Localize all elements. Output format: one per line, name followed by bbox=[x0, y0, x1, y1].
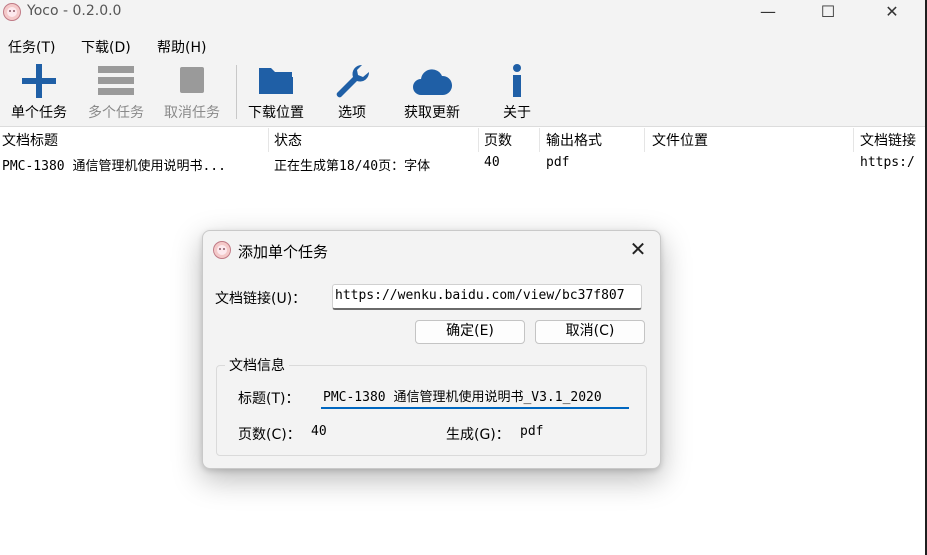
single-task-label: 单个任务 bbox=[11, 105, 67, 121]
window-title: Yoco - 0.2.0.0 bbox=[27, 3, 122, 19]
task-table-header: 文档标题 状态 页数 输出格式 文件位置 文档链接 bbox=[0, 128, 925, 152]
dialog-close-button[interactable]: ✕ bbox=[621, 237, 655, 263]
add-single-task-dialog: 添加单个任务 ✕ 文档链接(U)： https://wenku.baidu.co… bbox=[202, 230, 661, 469]
list-icon bbox=[98, 66, 134, 95]
column-title[interactable]: 文档标题 bbox=[2, 130, 58, 150]
multiple-tasks-label: 多个任务 bbox=[88, 105, 144, 121]
main-window: Yoco - 0.2.0.0 — ☐ ✕ 任务(T) 下载(D) 帮助(H) 单… bbox=[0, 0, 927, 555]
title-input[interactable]: PMC-1380 通信管理机使用说明书_V3.1_2020 bbox=[321, 383, 629, 409]
cell-format: pdf bbox=[546, 155, 570, 170]
ok-button[interactable]: 确定(E) bbox=[415, 320, 525, 344]
column-pages[interactable]: 页数 bbox=[484, 130, 512, 150]
title-bar: Yoco - 0.2.0.0 — ☐ ✕ bbox=[0, 0, 925, 30]
cell-title: PMC-1380 通信管理机使用说明书... bbox=[2, 159, 226, 174]
pages-value: 40 bbox=[311, 424, 327, 439]
url-label: 文档链接(U)： bbox=[215, 291, 307, 307]
format-label: 生成(G)： bbox=[446, 427, 510, 443]
dialog-title: 添加单个任务 bbox=[238, 243, 329, 261]
single-task-button[interactable]: 单个任务 bbox=[4, 59, 74, 125]
pages-label: 页数(C)： bbox=[238, 427, 301, 443]
plus-icon bbox=[22, 64, 56, 98]
check-update-button[interactable]: 获取更新 bbox=[396, 59, 468, 125]
cancel-button[interactable]: 取消(C) bbox=[535, 320, 645, 344]
column-link[interactable]: 文档链接 bbox=[860, 130, 916, 150]
stop-icon bbox=[180, 67, 204, 93]
app-logo-icon bbox=[213, 241, 231, 259]
menu-download[interactable]: 下载(D) bbox=[81, 37, 131, 57]
menu-help[interactable]: 帮助(H) bbox=[157, 37, 206, 57]
column-divider[interactable] bbox=[268, 128, 269, 152]
options-button[interactable]: 选项 bbox=[326, 59, 378, 125]
menu-bar: 任务(T) 下载(D) 帮助(H) bbox=[0, 30, 925, 59]
minimize-button[interactable]: — bbox=[738, 0, 798, 30]
table-row[interactable]: PMC-1380 通信管理机使用说明书... 正在生成第18/40页：字体 40… bbox=[0, 153, 925, 175]
about-label: 关于 bbox=[503, 105, 531, 121]
about-button[interactable]: 关于 bbox=[494, 59, 540, 125]
folder-icon bbox=[259, 68, 293, 94]
column-format[interactable]: 输出格式 bbox=[546, 130, 602, 150]
cell-pages: 40 bbox=[484, 155, 500, 170]
app-logo-icon bbox=[3, 3, 21, 21]
cancel-task-button[interactable]: 取消任务 bbox=[157, 59, 227, 125]
info-icon bbox=[513, 64, 521, 97]
download-location-button[interactable]: 下载位置 bbox=[241, 59, 311, 125]
download-location-label: 下载位置 bbox=[248, 105, 304, 121]
cell-link: https:/ bbox=[860, 155, 915, 170]
document-info-legend: 文档信息 bbox=[225, 355, 289, 375]
options-label: 选项 bbox=[338, 105, 366, 121]
column-location[interactable]: 文件位置 bbox=[652, 130, 708, 150]
cell-status: 正在生成第18/40页：字体 bbox=[274, 159, 431, 174]
multiple-tasks-button[interactable]: 多个任务 bbox=[82, 59, 150, 125]
column-divider[interactable] bbox=[478, 128, 479, 152]
cloud-icon bbox=[413, 69, 452, 95]
menu-task[interactable]: 任务(T) bbox=[8, 37, 55, 57]
column-status[interactable]: 状态 bbox=[274, 130, 302, 150]
title-label: 标题(T)： bbox=[238, 391, 300, 407]
close-icon: ✕ bbox=[629, 237, 647, 261]
url-input[interactable]: https://wenku.baidu.com/view/bc37f807 bbox=[332, 284, 642, 310]
close-button[interactable]: ✕ bbox=[862, 0, 922, 30]
toolbar: 单个任务 多个任务 取消任务 下载位置 选项 获取更新 关于 bbox=[0, 59, 925, 127]
check-update-label: 获取更新 bbox=[404, 105, 460, 121]
document-info-group: 文档信息 标题(T)： PMC-1380 通信管理机使用说明书_V3.1_202… bbox=[216, 355, 647, 456]
wrench-icon bbox=[336, 64, 370, 98]
column-divider[interactable] bbox=[539, 128, 540, 152]
toolbar-separator bbox=[236, 65, 237, 119]
maximize-button[interactable]: ☐ bbox=[798, 0, 858, 30]
cancel-task-label: 取消任务 bbox=[164, 105, 220, 121]
format-value: pdf bbox=[520, 424, 544, 439]
column-divider[interactable] bbox=[853, 128, 854, 152]
column-divider[interactable] bbox=[644, 128, 645, 152]
